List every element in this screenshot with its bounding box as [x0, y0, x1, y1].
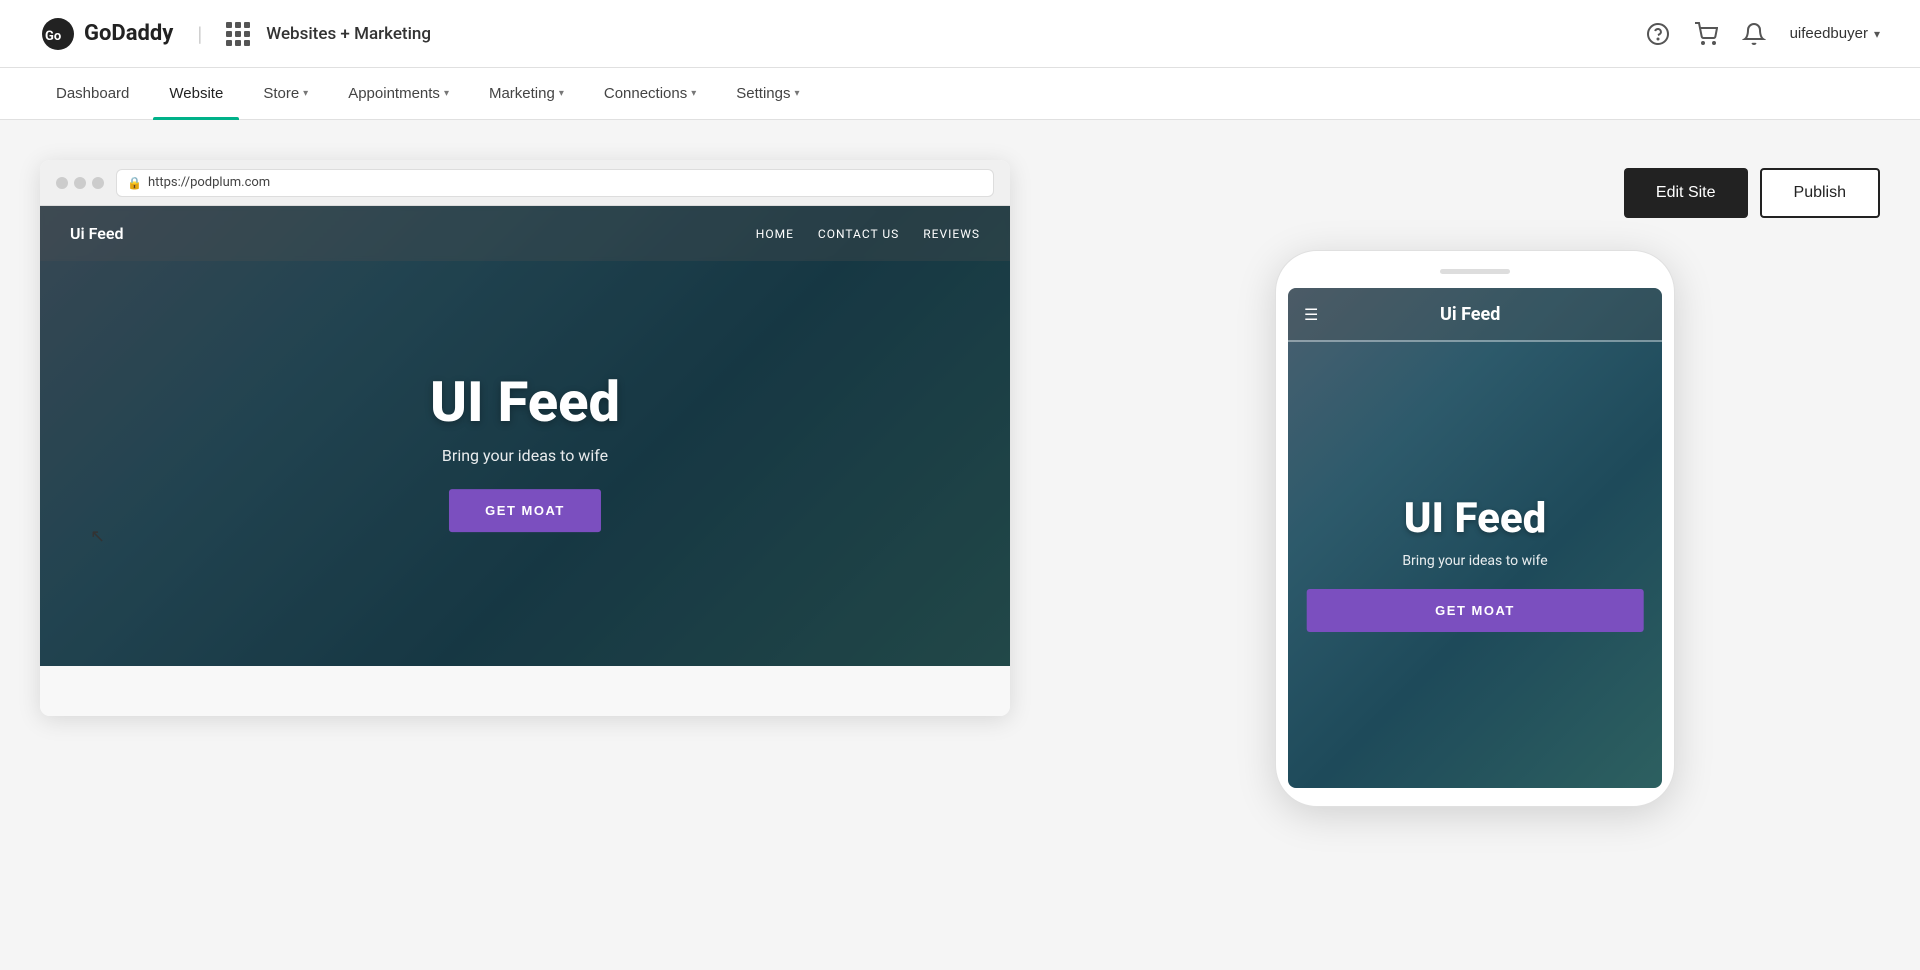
nav-connections[interactable]: Connections ▾: [588, 68, 712, 120]
mobile-hero: UI Feed Bring your ideas to wife GET MOA…: [1307, 494, 1644, 632]
nav-website[interactable]: Website: [153, 68, 239, 120]
store-chevron-icon: ▾: [303, 88, 308, 99]
product-name: Websites + Marketing: [266, 24, 431, 44]
browser-dots: [56, 177, 104, 189]
browser-dot-yellow: [74, 177, 86, 189]
nav-settings[interactable]: Settings ▾: [720, 68, 815, 120]
browser-window: 🔒 https://podplum.com Ui Feed HOME CONTA…: [40, 160, 1010, 716]
notifications-button[interactable]: [1742, 22, 1766, 46]
nav-dashboard[interactable]: Dashboard: [40, 68, 145, 120]
hero-subtitle-desktop: Bring your ideas to wife: [430, 446, 620, 465]
browser-dot-green: [92, 177, 104, 189]
cart-button[interactable]: [1694, 22, 1718, 46]
hero-title-desktop: UI Feed: [430, 372, 620, 434]
browser-url: https://podplum.com: [148, 175, 270, 190]
mobile-preview-frame: ☰ Ui Feed UI Feed Bring your ideas to wi…: [1275, 250, 1675, 807]
site-nav-contact: CONTACT US: [818, 227, 899, 241]
hero-cta-desktop[interactable]: GET MOAT: [449, 489, 601, 532]
website-footer: [40, 666, 1010, 716]
mobile-site-nav: ☰ Ui Feed: [1288, 288, 1662, 340]
username-label: uifeedbuyer: [1790, 25, 1868, 42]
svg-text:Go: Go: [45, 29, 61, 44]
right-panel: Edit Site Publish ☰ Ui Feed UI Feed Brin…: [1070, 160, 1880, 807]
godaddy-logo: Go GoDaddy: [40, 16, 173, 52]
mobile-speaker: [1288, 269, 1662, 274]
desktop-preview: 🔒 https://podplum.com Ui Feed HOME CONTA…: [40, 160, 1010, 716]
browser-dot-red: [56, 177, 68, 189]
mobile-hero-subtitle: Bring your ideas to wife: [1307, 553, 1644, 569]
site-nav-home: HOME: [756, 227, 794, 241]
help-button[interactable]: [1646, 22, 1670, 46]
browser-toolbar: 🔒 https://podplum.com: [40, 160, 1010, 206]
publish-button[interactable]: Publish: [1760, 168, 1880, 218]
nav-appointments[interactable]: Appointments ▾: [332, 68, 465, 120]
mobile-site-brand: Ui Feed: [1440, 304, 1500, 325]
mobile-nav-underline: [1288, 340, 1662, 342]
user-menu-button[interactable]: uifeedbuyer ▾: [1790, 25, 1880, 42]
godaddy-logo-icon: Go: [40, 16, 76, 52]
connections-chevron-icon: ▾: [691, 88, 696, 99]
header-divider: |: [197, 22, 202, 46]
cursor-indicator: ↖: [90, 526, 105, 547]
edit-site-button[interactable]: Edit Site: [1624, 168, 1748, 218]
nav-store[interactable]: Store ▾: [247, 68, 324, 120]
site-nav: Ui Feed HOME CONTACT US REVIEWS: [40, 206, 1010, 261]
mobile-screen: ☰ Ui Feed UI Feed Bring your ideas to wi…: [1288, 288, 1662, 788]
browser-address-bar[interactable]: 🔒 https://podplum.com: [116, 169, 994, 197]
mobile-hero-title: UI Feed: [1307, 494, 1644, 543]
top-header: Go GoDaddy | Websites + Marketing: [0, 0, 1920, 68]
logo-text: GoDaddy: [84, 21, 173, 46]
user-chevron-icon: ▾: [1874, 27, 1880, 41]
lock-icon: 🔒: [127, 176, 142, 190]
main-content: 🔒 https://podplum.com Ui Feed HOME CONTA…: [0, 120, 1920, 847]
website-desktop-preview: Ui Feed HOME CONTACT US REVIEWS UI Feed …: [40, 206, 1010, 666]
site-nav-reviews: REVIEWS: [923, 227, 980, 241]
settings-chevron-icon: ▾: [794, 88, 799, 99]
site-brand-desktop: Ui Feed: [70, 224, 124, 243]
header-right: uifeedbuyer ▾: [1646, 22, 1880, 46]
site-hero: UI Feed Bring your ideas to wife GET MOA…: [430, 372, 620, 532]
grid-icon: [226, 22, 250, 46]
main-nav: Dashboard Website Store ▾ Appointments ▾…: [0, 68, 1920, 120]
marketing-chevron-icon: ▾: [559, 88, 564, 99]
appointments-chevron-icon: ▾: [444, 88, 449, 99]
header-left: Go GoDaddy | Websites + Marketing: [40, 16, 431, 52]
site-nav-links: HOME CONTACT US REVIEWS: [756, 227, 980, 241]
mobile-hero-cta[interactable]: GET MOAT: [1307, 589, 1644, 632]
nav-marketing[interactable]: Marketing ▾: [473, 68, 580, 120]
action-buttons: Edit Site Publish: [1070, 160, 1880, 218]
mobile-hamburger-icon: ☰: [1304, 305, 1318, 324]
mobile-speaker-bar: [1440, 269, 1510, 274]
